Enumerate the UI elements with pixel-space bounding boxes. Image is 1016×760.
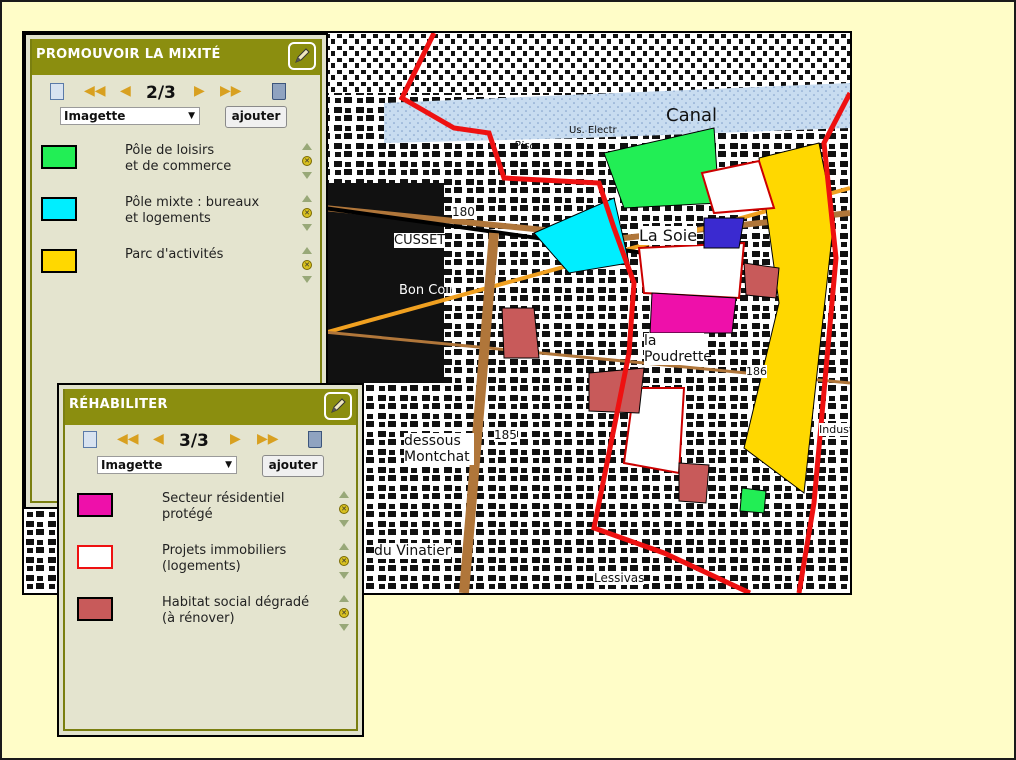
map-label-us-electr: Us. Electr bbox=[569, 125, 617, 136]
panel-title: PROMOUVOIR LA MIXITÉ bbox=[36, 47, 221, 62]
map-label-lessivas: Lessivas bbox=[594, 571, 645, 585]
view-select[interactable]: Imagette ▼ bbox=[97, 456, 237, 474]
zone-loisirs-small[interactable] bbox=[739, 487, 767, 514]
panel-header[interactable]: PROMOUVOIR LA MIXITÉ bbox=[32, 39, 320, 75]
move-up-icon[interactable] bbox=[302, 195, 312, 202]
first-page-icon[interactable]: ◀◀ bbox=[84, 83, 106, 99]
map-label-bon-coin: Bon Coin bbox=[399, 283, 458, 298]
map-label-vinatier: du Vinatier bbox=[374, 543, 451, 559]
new-page-icon[interactable] bbox=[83, 431, 97, 448]
move-down-icon[interactable] bbox=[339, 624, 349, 631]
legend-swatch-loisirs[interactable] bbox=[41, 145, 77, 169]
next-page-icon[interactable]: ▶ bbox=[194, 83, 205, 99]
map-label-180: 180 bbox=[452, 205, 475, 219]
nav-row: ◀◀ ◀ 3/3 ▶ ▶▶ bbox=[65, 431, 356, 453]
page-indicator: 2/3 bbox=[146, 83, 176, 103]
legend-label: Pôle mixte : bureaux et logements bbox=[125, 195, 260, 226]
zone-social-3[interactable] bbox=[501, 307, 540, 359]
next-page-icon[interactable]: ▶ bbox=[230, 431, 241, 447]
edit-button[interactable] bbox=[324, 392, 352, 420]
pencil-icon bbox=[295, 48, 310, 63]
map-label-185: 185 bbox=[494, 428, 517, 442]
map-label-montchat: dessous Montchat bbox=[404, 433, 474, 465]
move-down-icon[interactable] bbox=[339, 520, 349, 527]
delete-icon[interactable]: ✕ bbox=[339, 504, 349, 514]
panel-rehabiliter: RÉHABILITER ◀◀ ◀ 3/3 ▶ ▶▶ Imagette ▼ ajo… bbox=[57, 383, 364, 737]
nav-row: ◀◀ ◀ 2/3 ▶ ▶▶ bbox=[32, 83, 320, 105]
legend-item[interactable]: Habitat social dégradé (à rénover) ✕ bbox=[65, 591, 356, 639]
last-page-icon[interactable]: ▶▶ bbox=[257, 431, 279, 447]
zone-projets-2[interactable] bbox=[637, 241, 746, 300]
last-page-icon[interactable]: ▶▶ bbox=[220, 83, 242, 99]
select-value: Imagette bbox=[64, 109, 126, 123]
zone-social-1[interactable] bbox=[743, 262, 780, 299]
legend-item[interactable]: Secteur résidentiel protégé ✕ bbox=[65, 487, 356, 535]
move-down-icon[interactable] bbox=[302, 224, 312, 231]
reorder-control[interactable]: ✕ bbox=[302, 195, 312, 231]
prev-page-icon[interactable]: ◀ bbox=[120, 83, 131, 99]
delete-icon[interactable]: ✕ bbox=[302, 260, 312, 270]
move-down-icon[interactable] bbox=[302, 172, 312, 179]
select-value: Imagette bbox=[101, 458, 163, 472]
move-down-icon[interactable] bbox=[302, 276, 312, 283]
add-button[interactable]: ajouter bbox=[225, 106, 287, 128]
move-up-icon[interactable] bbox=[302, 143, 312, 150]
move-up-icon[interactable] bbox=[339, 491, 349, 498]
prev-page-icon[interactable]: ◀ bbox=[153, 431, 164, 447]
legend-label: Habitat social dégradé (à rénover) bbox=[162, 595, 310, 626]
view-select[interactable]: Imagette ▼ bbox=[60, 107, 200, 125]
map-label-cusset: CUSSET bbox=[394, 233, 446, 248]
trash-icon[interactable] bbox=[272, 83, 286, 100]
map-label-la-soie: La Soie bbox=[639, 226, 698, 245]
legend-label: Parc d'activités bbox=[125, 247, 224, 262]
delete-icon[interactable]: ✕ bbox=[302, 156, 312, 166]
legend-item[interactable]: Projets immobiliers (logements) ✕ bbox=[65, 539, 356, 587]
zone-blue[interactable] bbox=[703, 217, 745, 249]
reorder-control[interactable]: ✕ bbox=[339, 543, 349, 579]
legend-item[interactable]: Pôle de loisirs et de commerce ✕ bbox=[32, 139, 320, 187]
move-up-icon[interactable] bbox=[339, 595, 349, 602]
map-label-pisc: Pisc. bbox=[514, 139, 539, 152]
legend-swatch-activites[interactable] bbox=[41, 249, 77, 273]
first-page-icon[interactable]: ◀◀ bbox=[117, 431, 139, 447]
move-up-icon[interactable] bbox=[339, 543, 349, 550]
reorder-control[interactable]: ✕ bbox=[339, 491, 349, 527]
add-button[interactable]: ajouter bbox=[262, 455, 324, 477]
move-down-icon[interactable] bbox=[339, 572, 349, 579]
legend-label: Pôle de loisirs et de commerce bbox=[125, 143, 232, 174]
map-label-indust: Indust bbox=[819, 423, 852, 436]
legend-swatch-mixte[interactable] bbox=[41, 197, 77, 221]
zone-residentiel[interactable] bbox=[649, 292, 737, 334]
delete-icon[interactable]: ✕ bbox=[302, 208, 312, 218]
panel-header[interactable]: RÉHABILITER bbox=[65, 389, 356, 425]
panel-title: RÉHABILITER bbox=[69, 397, 168, 412]
legend-item[interactable]: Parc d'activités ✕ bbox=[32, 243, 320, 291]
legend-swatch-projets[interactable] bbox=[77, 545, 113, 569]
delete-icon[interactable]: ✕ bbox=[339, 608, 349, 618]
map-label-poudrette: la Poudrette bbox=[644, 333, 712, 365]
page-indicator: 3/3 bbox=[179, 431, 209, 451]
legend-label: Projets immobiliers (logements) bbox=[162, 543, 287, 574]
move-up-icon[interactable] bbox=[302, 247, 312, 254]
panel-body: RÉHABILITER ◀◀ ◀ 3/3 ▶ ▶▶ Imagette ▼ ajo… bbox=[63, 389, 358, 731]
legend-item[interactable]: Pôle mixte : bureaux et logements ✕ bbox=[32, 191, 320, 239]
map-label-186: 186 bbox=[746, 365, 767, 378]
reorder-control[interactable]: ✕ bbox=[339, 595, 349, 631]
legend-label: Secteur résidentiel protégé bbox=[162, 491, 285, 522]
reorder-control[interactable]: ✕ bbox=[302, 247, 312, 283]
pencil-icon bbox=[331, 398, 346, 413]
legend-swatch-residentiel[interactable] bbox=[77, 493, 113, 517]
legend-swatch-social[interactable] bbox=[77, 597, 113, 621]
chevron-down-icon: ▼ bbox=[188, 111, 195, 121]
chevron-down-icon: ▼ bbox=[225, 460, 232, 470]
zone-social-4[interactable] bbox=[678, 462, 710, 504]
map-urban-top bbox=[324, 33, 850, 93]
delete-icon[interactable]: ✕ bbox=[339, 556, 349, 566]
map-label-canal: Canal bbox=[666, 105, 718, 126]
trash-icon[interactable] bbox=[308, 431, 322, 448]
new-page-icon[interactable] bbox=[50, 83, 64, 100]
reorder-control[interactable]: ✕ bbox=[302, 143, 312, 179]
edit-button[interactable] bbox=[288, 42, 316, 70]
